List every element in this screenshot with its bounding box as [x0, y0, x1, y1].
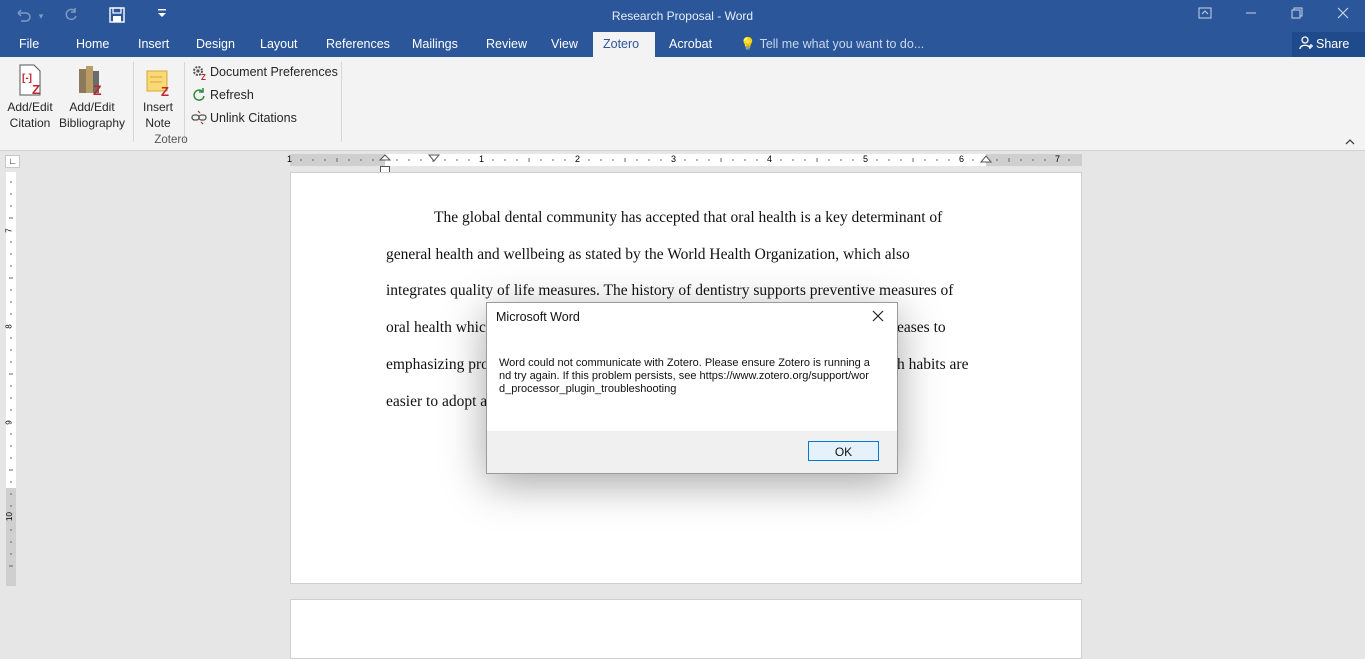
close-icon[interactable]	[1320, 0, 1365, 32]
tab-home[interactable]: Home	[66, 32, 119, 57]
document-line: The global dental community has accepted…	[434, 209, 943, 226]
svg-text:Z: Z	[32, 82, 40, 97]
citation-icon: [-] Z	[14, 63, 46, 97]
ruler-number: 6	[959, 154, 965, 164]
refresh-button[interactable]: Refresh	[191, 85, 254, 105]
collapse-ribbon-icon[interactable]	[1345, 135, 1355, 149]
ruler-number: 9	[4, 420, 14, 425]
ribbon-display-icon[interactable]	[1182, 0, 1228, 32]
vertical-ruler[interactable]: 7 8 9 10	[4, 172, 16, 586]
tab-mailings[interactable]: Mailings	[402, 32, 468, 57]
dialog-title: Microsoft Word	[496, 310, 580, 324]
ribbon-tabs: File Home Insert Design Layout Reference…	[0, 32, 1365, 57]
refresh-label: Refresh	[210, 88, 254, 102]
document-line: h habits are	[897, 356, 969, 373]
document-line: emphasizing pro	[386, 356, 489, 373]
document-line: eases to	[897, 319, 946, 336]
insert-note-label-2: Note	[145, 116, 171, 130]
restore-icon[interactable]	[1274, 0, 1320, 32]
dialog-close-icon[interactable]	[867, 307, 889, 329]
ruler-number: 1	[287, 154, 293, 164]
ruler-number: 10	[4, 512, 14, 521]
dialog-message: Word could not communicate with Zotero. …	[499, 357, 870, 395]
ruler-number: 4	[767, 154, 773, 164]
ruler-number: 5	[863, 154, 869, 164]
share-label: Share	[1316, 37, 1350, 51]
add-edit-bibliography-label-2: Bibliography	[58, 116, 126, 130]
svg-text:Z: Z	[161, 84, 169, 97]
title-bar: ▾ Research Proposal - Word	[0, 0, 1365, 32]
lightbulb-icon: 💡	[740, 37, 756, 51]
tab-insert[interactable]: Insert	[128, 32, 179, 57]
document-line: oral health whic	[386, 319, 486, 336]
tab-acrobat[interactable]: Acrobat	[659, 32, 722, 57]
tab-view[interactable]: View	[541, 32, 588, 57]
ruler-number: 2	[575, 154, 581, 164]
ruler-number: 8	[4, 324, 14, 329]
add-edit-citation-button[interactable]: [-] Z Add/Edit Citation	[4, 63, 56, 131]
document-line: general health and wellbeing as stated b…	[386, 246, 910, 263]
dialog-footer: OK	[487, 431, 897, 473]
unlink-citations-button[interactable]: Unlink Citations	[191, 108, 297, 128]
tab-design[interactable]: Design	[186, 32, 245, 57]
ribbon-separator	[133, 62, 134, 142]
add-edit-bibliography-button[interactable]: Z Add/Edit Bibliography	[56, 63, 128, 131]
window-title: Research Proposal - Word	[611, 9, 754, 23]
vertical-ruler-ticks	[9, 181, 13, 567]
document-preferences-button[interactable]: Z Document Preferences	[191, 62, 338, 82]
tab-layout[interactable]: Layout	[250, 32, 308, 57]
person-icon	[1299, 34, 1313, 59]
add-edit-citation-label-1: Add/Edit	[7, 100, 53, 114]
document-line: easier to adopt a	[386, 393, 488, 410]
minimize-icon[interactable]	[1228, 0, 1274, 32]
ruler-number: 1	[479, 154, 485, 164]
document-page-next[interactable]	[290, 599, 1082, 659]
svg-text:Z: Z	[93, 82, 102, 97]
document-preferences-label: Document Preferences	[210, 65, 338, 79]
tell-me-text: Tell me what you want to do...	[759, 37, 925, 51]
ribbon-separator	[341, 62, 342, 142]
ribbon-separator	[184, 62, 185, 142]
insert-note-label-1: Insert	[142, 100, 173, 114]
svg-text:[-]: [-]	[22, 73, 32, 84]
document-line: integrates quality of life measures. The…	[386, 282, 954, 299]
tell-me-search[interactable]: 💡 Tell me what you want to do...	[740, 32, 924, 57]
horizontal-ruler[interactable]: 1 1 2 3 4 5 6 7	[287, 154, 1082, 166]
add-edit-bibliography-label-1: Add/Edit	[69, 100, 115, 114]
bibliography-icon: Z	[76, 63, 108, 98]
ruler-number: 3	[671, 154, 677, 164]
tab-references[interactable]: References	[316, 32, 400, 57]
tab-zotero[interactable]: Zotero	[593, 32, 655, 57]
unlink-citations-label: Unlink Citations	[210, 111, 297, 125]
ribbon: [-] Z Add/Edit Citation Z Add/Edit Biblio…	[0, 57, 1365, 151]
unlink-icon	[191, 110, 207, 126]
ok-button[interactable]: OK	[808, 441, 879, 461]
tab-review[interactable]: Review	[476, 32, 537, 57]
ruler-number: 7	[4, 228, 14, 233]
refresh-icon	[191, 87, 207, 103]
ruler-number: 7	[1055, 154, 1061, 164]
svg-text:Z: Z	[201, 73, 206, 80]
tab-selector[interactable]: ∟	[5, 155, 20, 168]
insert-note-button[interactable]: Z Insert Note	[138, 63, 178, 131]
tab-file[interactable]: File	[9, 32, 49, 57]
add-edit-citation-label-2: Citation	[9, 116, 51, 130]
error-dialog: Microsoft Word Word could not communicat…	[486, 302, 898, 474]
group-label-zotero: Zotero	[154, 134, 188, 146]
note-icon: Z	[142, 63, 174, 99]
gear-icon: Z	[191, 64, 207, 82]
share-button[interactable]: Share	[1292, 32, 1365, 57]
